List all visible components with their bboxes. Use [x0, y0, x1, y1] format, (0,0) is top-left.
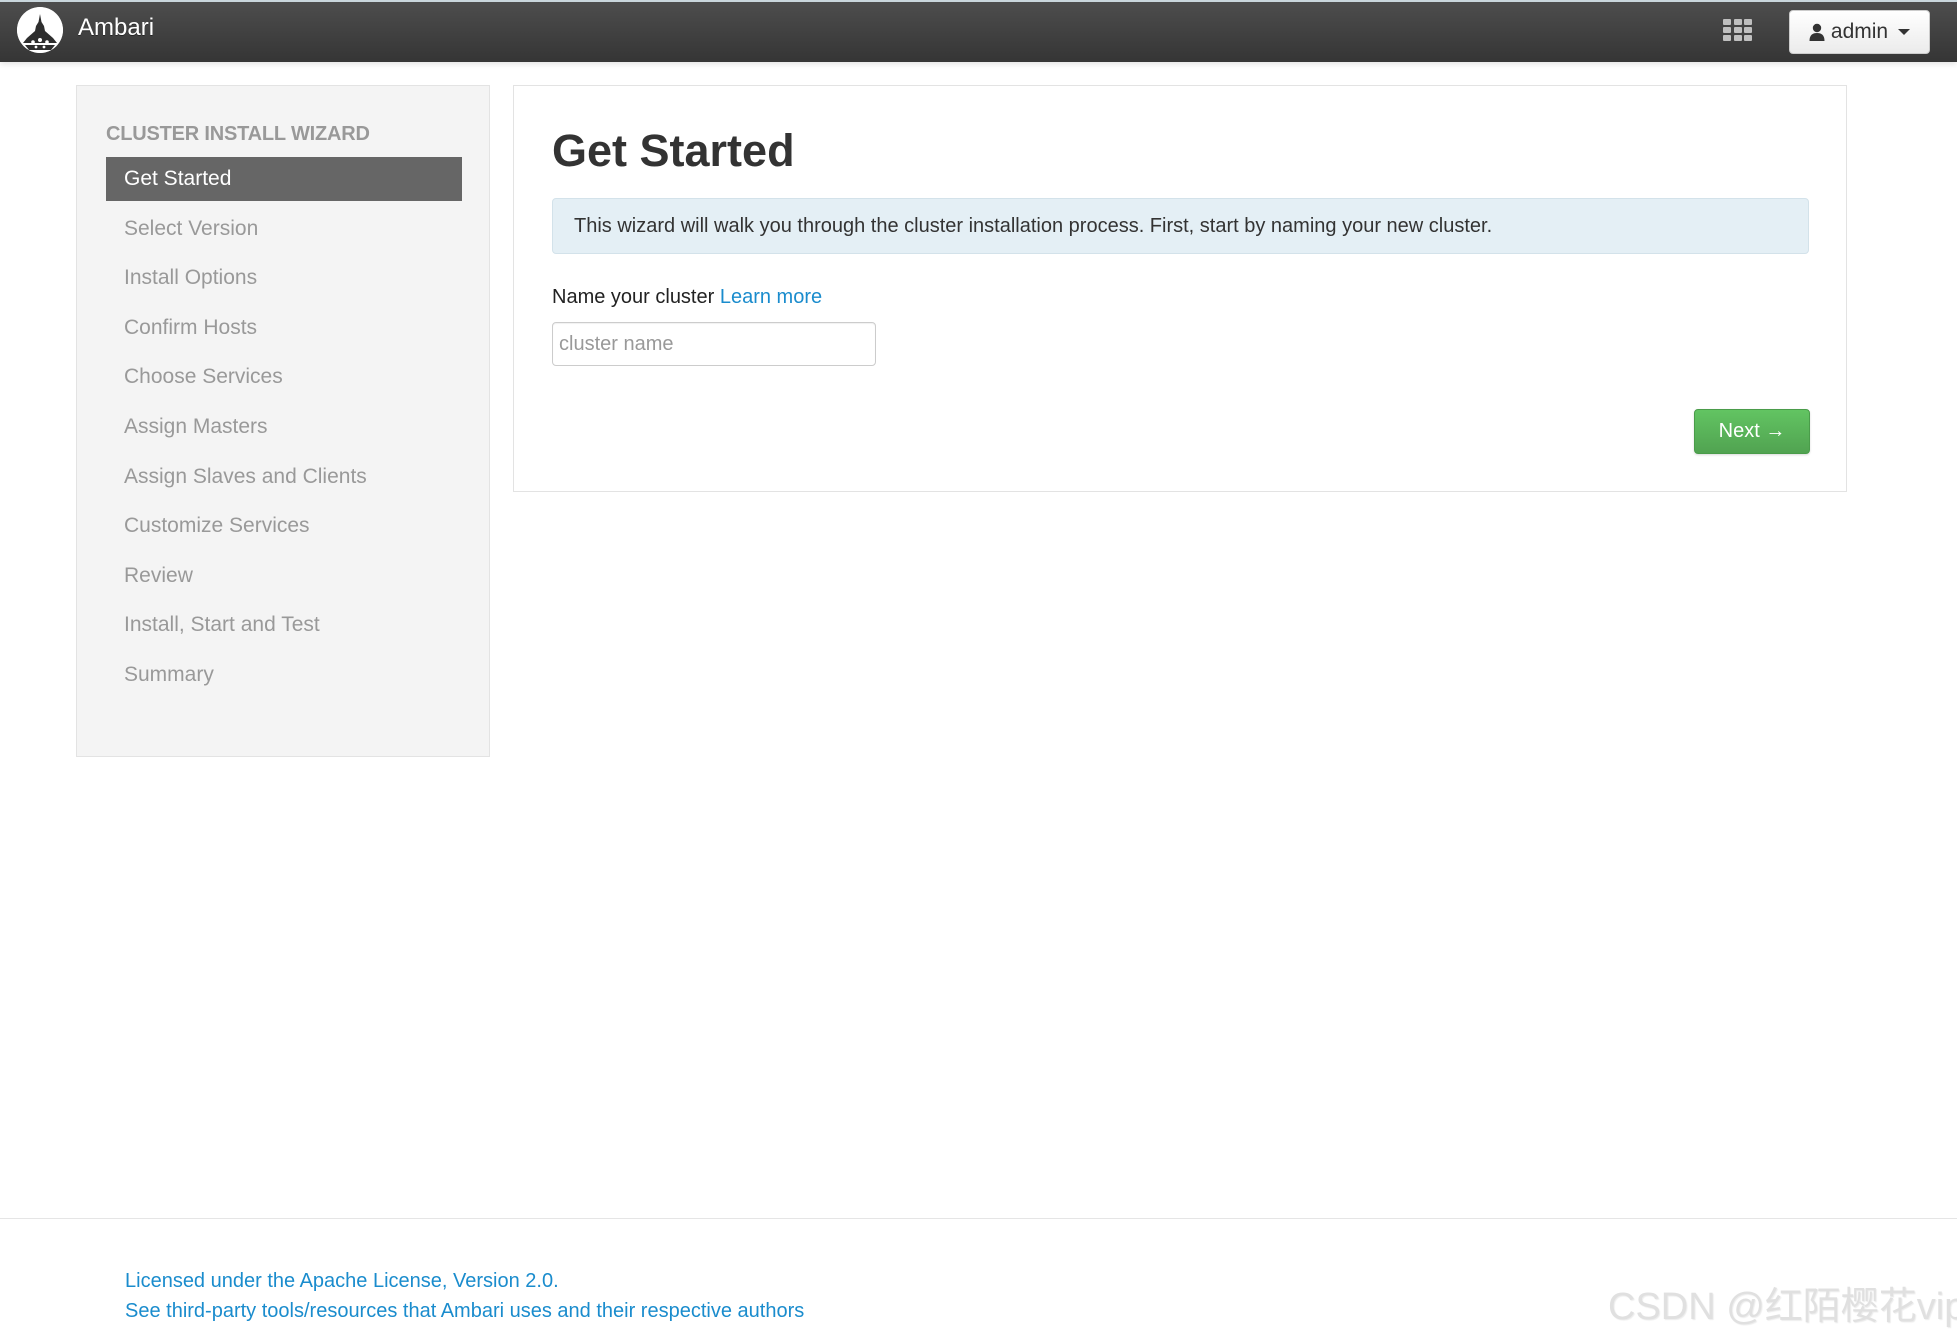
wizard-step-assign-masters[interactable]: Assign Masters — [106, 405, 462, 455]
wizard-step-summary[interactable]: Summary — [106, 653, 462, 703]
wizard-step-install-start-test[interactable]: Install, Start and Test — [106, 603, 462, 653]
page-title: Get Started — [552, 125, 795, 176]
wizard-step-install-options[interactable]: Install Options — [106, 256, 462, 306]
wizard-content-panel: Get Started This wizard will walk you th… — [513, 85, 1847, 492]
wizard-step-get-started[interactable]: Get Started — [106, 157, 462, 201]
learn-more-link[interactable]: Learn more — [720, 286, 822, 308]
user-menu-button[interactable]: admin — [1789, 10, 1930, 54]
footer: Licensed under the Apache License, Versi… — [125, 1266, 804, 1326]
wizard-step-review[interactable]: Review — [106, 554, 462, 604]
cluster-name-label-text: Name your cluster — [552, 286, 715, 308]
ambari-logo-icon[interactable] — [17, 7, 63, 53]
wizard-step-assign-slaves-clients[interactable]: Assign Slaves and Clients — [106, 455, 462, 505]
wizard-steps-list: Get Started Select Version Install Optio… — [106, 157, 462, 703]
user-icon — [1809, 23, 1825, 41]
wizard-step-select-version[interactable]: Select Version — [106, 207, 462, 257]
brand-name[interactable]: Ambari — [78, 14, 154, 42]
user-menu-label: admin — [1830, 20, 1889, 43]
third-party-link[interactable]: See third-party tools/resources that Amb… — [125, 1296, 804, 1326]
wizard-sidebar: CLUSTER INSTALL WIZARD Get Started Selec… — [76, 85, 490, 757]
footer-divider — [0, 1218, 1957, 1219]
caret-down-icon — [1898, 29, 1911, 35]
info-alert: This wizard will walk you through the cl… — [552, 198, 1809, 254]
top-navbar: Ambari admin — [0, 0, 1957, 62]
apps-grid-icon[interactable] — [1723, 19, 1752, 41]
wizard-step-choose-services[interactable]: Choose Services — [106, 355, 462, 405]
watermark: CSDN @红陌樱花vip — [1608, 1286, 1957, 1328]
license-link[interactable]: Licensed under the Apache License, Versi… — [125, 1266, 804, 1296]
cluster-name-label: Name your cluster Learn more — [552, 286, 822, 309]
sidebar-heading: CLUSTER INSTALL WIZARD — [106, 123, 370, 145]
wizard-step-customize-services[interactable]: Customize Services — [106, 504, 462, 554]
wizard-step-confirm-hosts[interactable]: Confirm Hosts — [106, 306, 462, 356]
cluster-name-input[interactable] — [552, 322, 876, 366]
next-button[interactable]: Next → — [1694, 409, 1810, 454]
